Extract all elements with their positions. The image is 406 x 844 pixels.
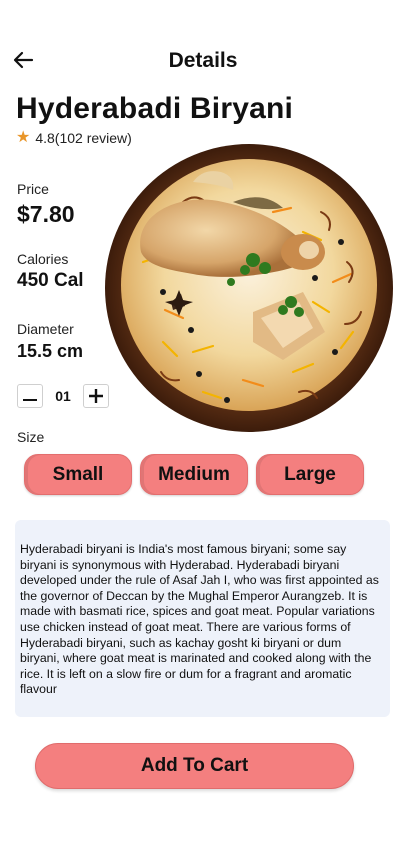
header: Details <box>0 44 406 80</box>
description-text: Hyderabadi biryani is India's most famou… <box>20 542 379 697</box>
diameter-value: 15.5 cm <box>17 341 84 361</box>
description-card: Hyderabadi biryani is India's most famou… <box>15 520 390 717</box>
size-medium-button[interactable]: Medium <box>140 454 248 495</box>
star-icon: ★ <box>16 129 31 146</box>
price-value: $7.80 <box>17 201 75 227</box>
add-to-cart-button[interactable]: Add To Cart <box>35 743 354 789</box>
increase-quantity-button[interactable] <box>83 384 109 408</box>
plus-icon <box>89 389 103 403</box>
food-name: Hyderabadi Biryani <box>16 92 294 125</box>
quantity-value: 01 <box>55 388 71 404</box>
size-small-button[interactable]: Small <box>24 454 132 495</box>
size-options: Small Medium Large <box>24 454 364 495</box>
price-label: Price <box>17 181 49 197</box>
page-title: Details <box>168 49 238 72</box>
calories-label: Calories <box>17 251 69 267</box>
minus-icon <box>23 398 37 402</box>
decrease-quantity-button[interactable] <box>17 384 43 408</box>
diameter-label: Diameter <box>17 321 74 337</box>
size-label: Size <box>17 429 45 445</box>
calories-value: 450 Cal <box>17 270 84 291</box>
quantity-stepper: 01 <box>17 384 109 408</box>
size-large-button[interactable]: Large <box>256 454 364 495</box>
biryani-bowl-image <box>105 144 393 432</box>
